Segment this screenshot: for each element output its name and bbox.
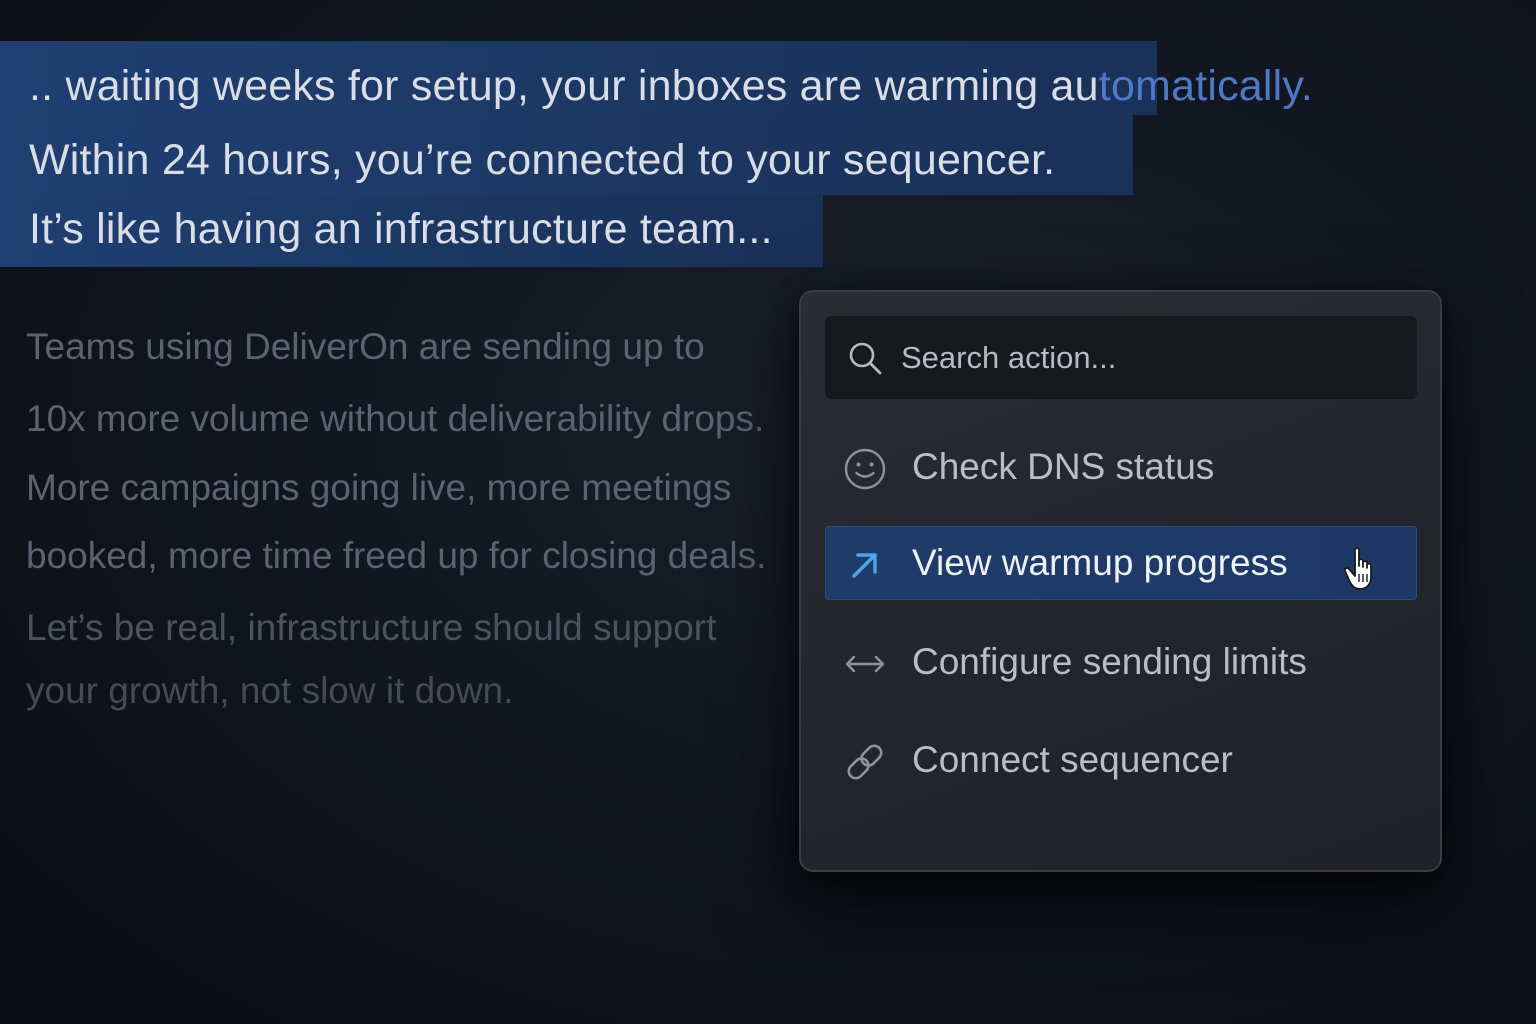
body-text-line: More campaigns going live, more meetings (26, 467, 732, 508)
arrow-up-right-icon (852, 553, 877, 578)
selected-text-line[interactable]: It’s like having an infrastructure team.… (29, 208, 773, 251)
link-icon (847, 744, 883, 780)
page: .. waiting weeks for setup, your inboxes… (0, 0, 1536, 1024)
action-label: Connect sequencer (912, 739, 1233, 780)
body-text-line: your growth, not slow it down. (26, 670, 514, 711)
action-configure-sending-limits[interactable]: Configure sending limits (825, 625, 1417, 699)
hand-pointer-icon (1343, 547, 1372, 590)
action-check-dns-status[interactable]: Check DNS status (825, 430, 1417, 504)
action-label: Check DNS status (912, 446, 1215, 487)
action-view-warmup-progress[interactable]: View warmup progress (825, 526, 1417, 600)
search-input[interactable] (901, 316, 1401, 399)
command-palette: Check DNS status View warmup progress Co… (799, 290, 1442, 872)
action-label: Configure sending limits (912, 641, 1307, 682)
search-box[interactable] (825, 316, 1417, 399)
selected-text-line[interactable]: .. waiting weeks for setup, your inboxes… (29, 65, 1313, 108)
body-text-line: Let’s be real, infrastructure should sup… (26, 607, 717, 648)
selected-text-segment: .. waiting weeks for setup, your inboxes… (29, 62, 1099, 110)
double-arrow-horizontal-icon (845, 655, 885, 673)
body-text-line: Teams using DeliverOn are sending up to (26, 326, 705, 367)
selected-text-accent: tomatically. (1098, 62, 1314, 110)
body-text-line: booked, more time freed up for closing d… (26, 535, 767, 576)
selected-text-line[interactable]: Within 24 hours, you’re connected to you… (29, 139, 1055, 182)
action-label: View warmup progress (912, 542, 1288, 583)
action-connect-sequencer[interactable]: Connect sequencer (825, 723, 1417, 797)
body-text-line: 10x more volume without deliverability d… (26, 398, 765, 439)
search-icon (849, 342, 882, 375)
smiley-face-icon (844, 448, 886, 490)
